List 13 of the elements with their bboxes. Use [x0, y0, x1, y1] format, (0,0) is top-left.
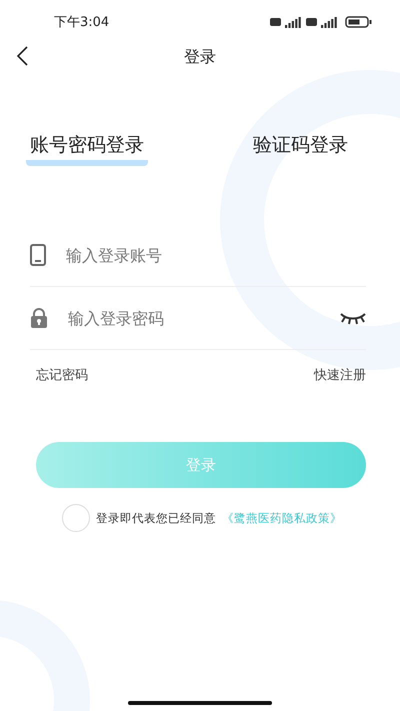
- login-tab[interactable]: 验证码登录: [249, 132, 352, 166]
- forgot-password-link[interactable]: 忘记密码: [36, 366, 88, 384]
- lock-icon: [30, 308, 48, 328]
- agreement-text: 登录即代表您已经同意: [96, 510, 216, 526]
- status-time: 下午3:04: [54, 14, 110, 31]
- register-link[interactable]: 快速注册: [314, 366, 366, 384]
- closed-eye-icon[interactable]: [340, 311, 366, 325]
- login-tab[interactable]: 账号密码登录: [26, 132, 148, 166]
- phone-icon: [30, 244, 46, 266]
- password-field[interactable]: 输入登录密码: [66, 302, 322, 334]
- agreement-checkbox[interactable]: [62, 504, 90, 532]
- page-title: 登录: [184, 46, 216, 68]
- account-field[interactable]: 输入登录账号: [64, 239, 366, 271]
